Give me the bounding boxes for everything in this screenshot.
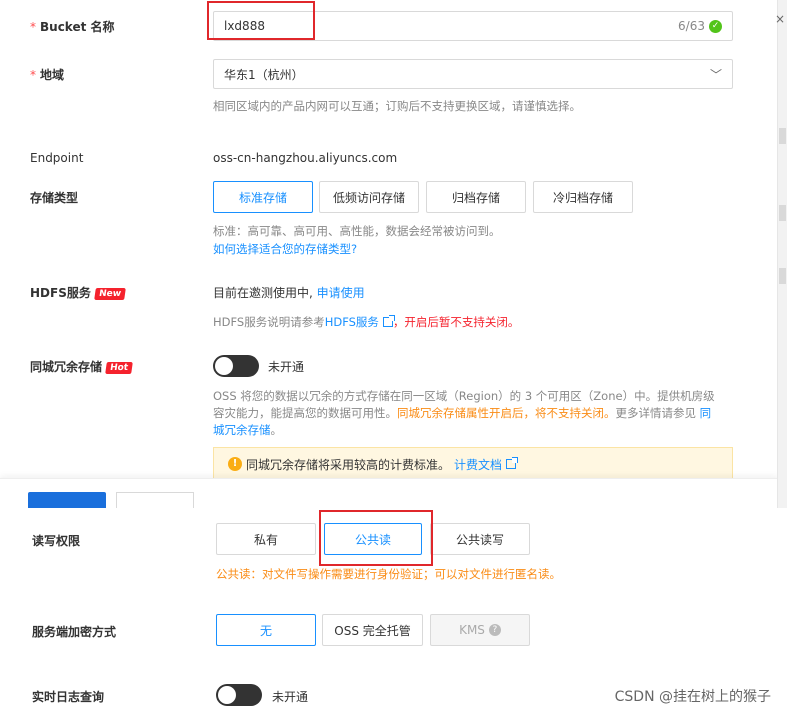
- region-select[interactable]: 华东1（杭州） ﹀: [213, 59, 733, 89]
- billing-notice: ! 同城冗余存储将采用较高的计费标准。 计费文档: [213, 447, 733, 481]
- hdfs-apply-link[interactable]: 申请使用: [317, 286, 365, 300]
- encryption-option-none[interactable]: 无: [216, 614, 316, 646]
- storage-class-option-ia[interactable]: 低频访问存储: [319, 181, 419, 213]
- watermark: CSDN @挂在树上的猴子: [614, 689, 771, 705]
- endpoint-value: oss-cn-hangzhou.aliyuncs.com: [213, 151, 398, 165]
- edge-mark: [779, 205, 786, 221]
- redundancy-doc-link-cont[interactable]: 城冗余存储: [213, 423, 271, 437]
- realtime-log-toggle[interactable]: [216, 684, 262, 706]
- acl-note: 公共读：对文件写操作需要进行身份验证；可以对文件进行匿名读。: [216, 567, 561, 581]
- redundancy-doc-link[interactable]: 同: [700, 406, 712, 420]
- cancel-button[interactable]: [116, 492, 194, 508]
- edge-mark: [779, 128, 786, 144]
- check-circle-icon: ✓: [709, 19, 722, 33]
- external-link-icon: [382, 315, 395, 327]
- storage-class-option-standard[interactable]: 标准存储: [213, 181, 313, 213]
- bucket-name-counter: 6/63 ✓: [678, 19, 722, 33]
- external-link-icon: [506, 457, 519, 469]
- acl-option-public-read-write[interactable]: 公共读写: [430, 523, 530, 555]
- bucket-name-label: * Bucket 名称: [30, 20, 115, 34]
- bucket-name-value: lxd888: [224, 19, 265, 33]
- help-icon: ?: [488, 624, 501, 636]
- acl-option-private[interactable]: 私有: [216, 523, 316, 555]
- bucket-name-input[interactable]: lxd888 6/63 ✓: [213, 11, 733, 41]
- endpoint-label: Endpoint: [30, 151, 84, 165]
- realtime-log-label: 实时日志查询: [32, 690, 105, 704]
- region-help: 相同区域内的产品内网可以互通；订购后不支持更换区域，请谨慎选择。: [213, 99, 581, 113]
- create-bucket-form-top: * Bucket 名称 lxd888 6/63 ✓ * 地域 华东1（杭州） ﹀ 相…: [0, 0, 787, 508]
- redundancy-label: 同城冗余存储 Hot: [30, 358, 133, 375]
- page-scroll-edge: ×: [775, 0, 787, 508]
- acl-option-public-read[interactable]: 公共读: [324, 523, 422, 555]
- create-bucket-form-bottom: 读写权限 私有 公共读 公共读写 公共读：对文件写操作需要进行身份验证；可以对文…: [0, 508, 787, 720]
- toggle-knob: [218, 686, 236, 704]
- storage-class-option-cold-archive[interactable]: 冷归档存储: [533, 181, 633, 213]
- hdfs-doc-link[interactable]: HDFS服务: [325, 315, 379, 329]
- region-selected-value: 华东1（杭州）: [224, 67, 304, 82]
- storage-class-label: 存储类型: [30, 191, 79, 205]
- redundancy-help: OSS 将您的数据以冗余的方式存储在同一区域（Region）的 3 个可用区（Z…: [213, 389, 715, 437]
- storage-class-option-archive[interactable]: 归档存储: [426, 181, 526, 213]
- hdfs-help: HDFS服务说明请参考HDFS服务 ，开启后暂不支持关闭。: [213, 315, 520, 329]
- redundancy-toggle-text: 未开通: [268, 360, 305, 374]
- billing-doc-link[interactable]: 计费文档: [454, 456, 502, 473]
- encryption-option-oss[interactable]: OSS 完全托管: [322, 614, 423, 646]
- storage-class-help: 标准：高可靠、高可用、高性能，数据会经常被访问到。: [213, 224, 501, 238]
- realtime-log-toggle-text: 未开通: [272, 690, 309, 704]
- encryption-option-kms: KMS ?: [430, 614, 530, 646]
- close-icon[interactable]: ×: [775, 12, 785, 26]
- toggle-knob: [215, 357, 233, 375]
- redundancy-toggle[interactable]: [213, 355, 259, 377]
- edge-mark: [779, 268, 786, 284]
- hdfs-label: HDFS服务 New: [30, 284, 126, 301]
- new-badge: New: [94, 288, 126, 300]
- chevron-down-icon: ﹀: [709, 67, 722, 82]
- storage-class-guide-link[interactable]: 如何选择适合您的存储类型?: [213, 241, 357, 257]
- confirm-button[interactable]: [28, 492, 106, 508]
- hot-badge: Hot: [105, 362, 133, 374]
- region-label: * 地域: [30, 68, 65, 82]
- hdfs-status: 目前在邀测使用中, 申请使用: [213, 286, 365, 300]
- acl-label: 读写权限: [32, 534, 81, 548]
- encryption-label: 服务端加密方式: [32, 625, 117, 639]
- warning-icon: !: [228, 457, 242, 471]
